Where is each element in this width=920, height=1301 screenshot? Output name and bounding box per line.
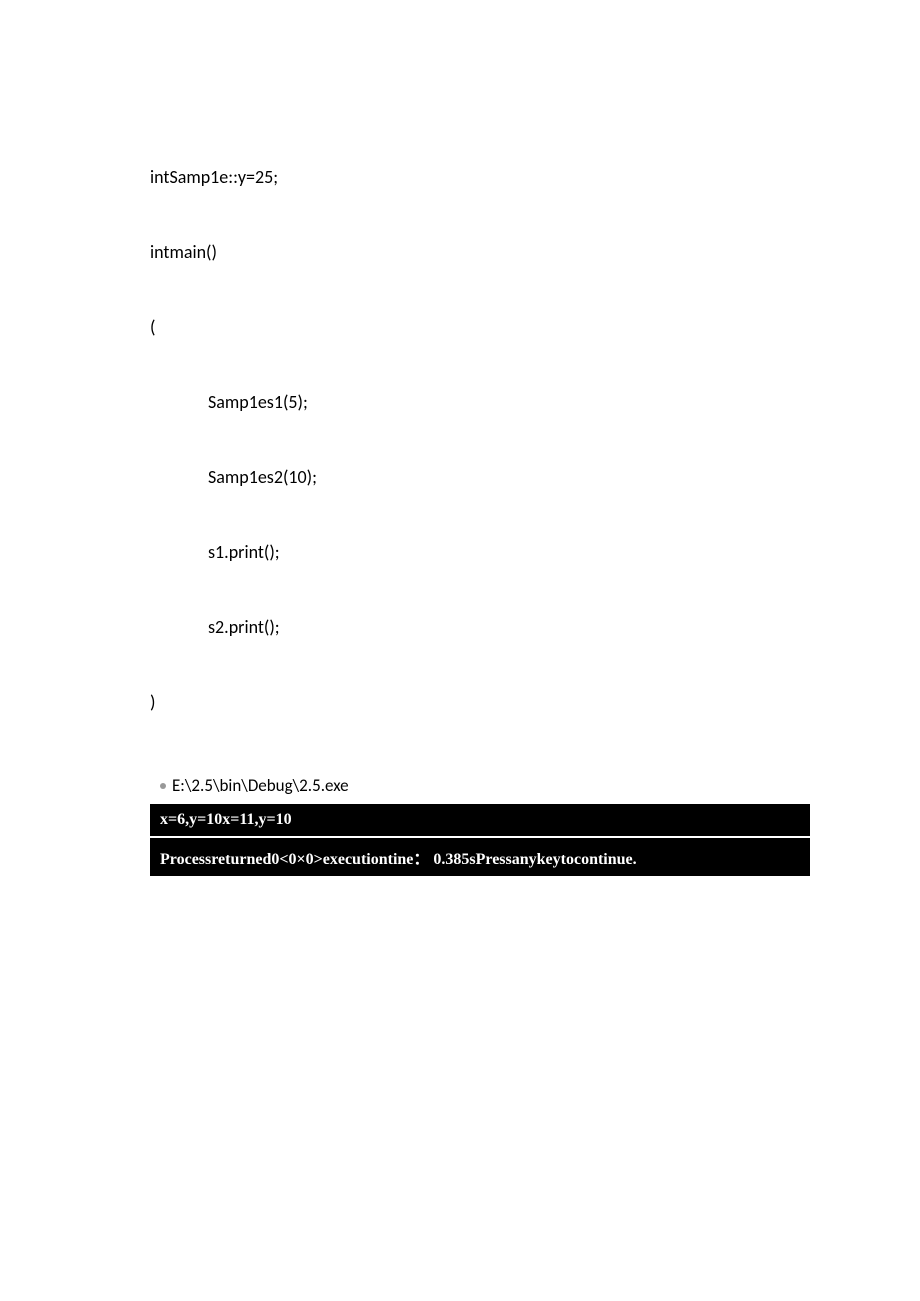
code-line: s1.print(); bbox=[150, 540, 810, 565]
console-line: Processreturned0<0×0>executiontine： 0.38… bbox=[150, 838, 810, 876]
console-line: x=6,y=10x=11,y=10 bbox=[150, 804, 810, 838]
console-path: E:\2.5\bin\Debug\2.5.exe bbox=[172, 775, 349, 796]
code-line: Samp1es1(5); bbox=[150, 390, 810, 415]
console-titlebar: E:\2.5\bin\Debug\2.5.exe bbox=[160, 775, 810, 796]
console-output: x=6,y=10x=11,y=10 Processreturned0<0×0>e… bbox=[150, 804, 810, 876]
code-line: intSamp1e::y=25; bbox=[150, 165, 810, 190]
code-line: ) bbox=[150, 690, 810, 715]
code-line: ( bbox=[150, 315, 810, 340]
code-line: Samp1es2(10); bbox=[150, 465, 810, 490]
code-line: s2.print(); bbox=[150, 615, 810, 640]
document-page: intSamp1e::y=25; intmain() ( Samp1es1(5)… bbox=[0, 0, 920, 876]
app-icon bbox=[160, 783, 166, 789]
code-block: intSamp1e::y=25; intmain() ( Samp1es1(5)… bbox=[150, 115, 810, 765]
code-line: intmain() bbox=[150, 240, 810, 265]
